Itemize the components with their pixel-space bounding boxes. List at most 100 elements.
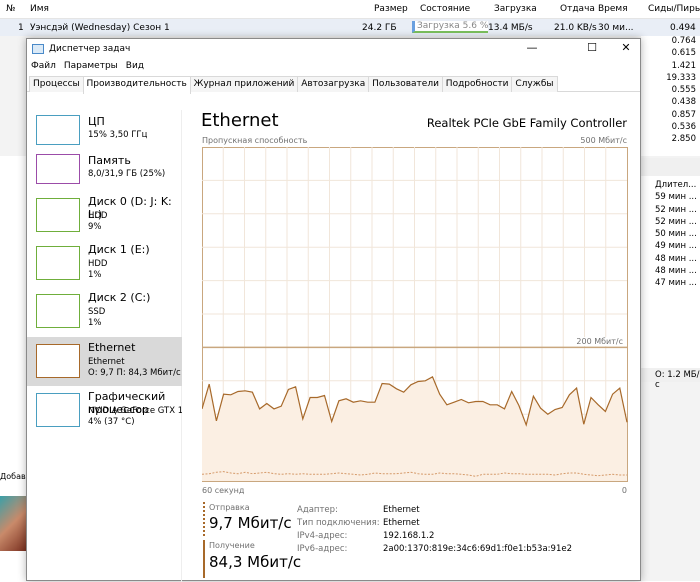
time-label: 60 секунд [202, 486, 245, 495]
mid-scale-label: 200 Мбит/с [576, 337, 623, 346]
seed-value: 0.615 [671, 48, 696, 59]
seed-value: 2.850 [671, 134, 696, 145]
mini-graph [36, 294, 80, 328]
col-down[interactable]: Загрузка [494, 4, 537, 14]
duration: 47 мин ... [655, 278, 697, 289]
torrent-table-header: № Имя Размер Состояние Загрузка Отдача В… [0, 0, 700, 19]
mini-graph [36, 198, 80, 232]
mini-graph [36, 393, 80, 427]
menu-options[interactable]: Параметры [64, 61, 118, 71]
sidebar-item-disk0[interactable]: Диск 0 (D: J: K: L:) HDD 9% [27, 191, 182, 240]
row-name: Уэнсдэй (Wednesday) Сезон 1 [30, 23, 170, 33]
col-name[interactable]: Имя [30, 4, 49, 14]
item-sub: SSD [88, 307, 106, 317]
duration: 59 мин ... [655, 192, 697, 203]
files-panel: Длител... 59 мин ... 52 мин ... 52 мин ...… [641, 158, 700, 368]
tab-bar: Процессы Производительность Журнал прило… [27, 75, 640, 94]
row-num: 1 [18, 23, 24, 33]
col-up[interactable]: Отдача [560, 4, 595, 14]
seed-value: 0.555 [671, 85, 696, 96]
poster-image [0, 496, 26, 551]
duration: 49 мин ... [655, 241, 697, 252]
item-name: Ethernet [88, 341, 136, 354]
row-seeds: 0.494 [670, 23, 696, 33]
performance-sidebar: ЦП 15% 3,50 ГГц Память 8,0/31,9 ГБ (25%)… [27, 110, 182, 582]
mini-graph [36, 115, 80, 145]
tab-startup[interactable]: Автозагрузка [297, 76, 370, 92]
close-button[interactable]: ✕ [611, 41, 641, 57]
menu-file[interactable]: Файл [31, 61, 56, 71]
item-sub2: 9% [88, 222, 102, 232]
seed-value: 0.764 [671, 36, 696, 46]
row-time: 30 ми... [598, 23, 634, 33]
tab-details[interactable]: Подробности [441, 76, 513, 92]
detail-value: 2a00:1370:819e:34c6:69d1:f0e1:b53a:91e2 [383, 544, 572, 554]
recv-legend-line [203, 540, 205, 578]
mini-graph [36, 246, 80, 280]
throughput-chart [202, 147, 628, 482]
maximize-button[interactable]: ☐ [577, 41, 607, 57]
item-sub: 8,0/31,9 ГБ (25%) [88, 169, 166, 179]
duration: 48 мин ... [655, 266, 697, 277]
recv-value: 84,3 Мбит/с [209, 553, 302, 571]
item-name: Диск 1 (E:) [88, 243, 150, 256]
item-name: ЦП [88, 115, 105, 128]
sidebar-item-ethernet[interactable]: Ethernet Ethernet О: 9,7 П: 84,3 Мбит/с [27, 337, 182, 386]
item-sub: NVIDIA GeForce GTX 1660 [88, 406, 182, 416]
seed-value: 19.333 [666, 72, 696, 83]
torrent-row[interactable]: 1 Уэнсдэй (Wednesday) Сезон 1 24.2 ГБ За… [0, 19, 700, 36]
seed-value: 1.421 [671, 60, 696, 71]
left-panel: Добавь [0, 156, 30, 581]
tab-performance[interactable]: Производительность [82, 76, 191, 94]
recv-label: Получение [209, 541, 255, 550]
tab-services[interactable]: Службы [511, 76, 558, 92]
minimize-button[interactable]: — [517, 41, 547, 57]
detail-value: Ethernet [383, 518, 420, 528]
task-manager-icon [32, 44, 44, 54]
item-sub2: 1% [88, 318, 102, 328]
max-scale-label: 500 Мбит/с [580, 136, 627, 145]
seed-value: 0.536 [671, 122, 696, 133]
item-name: Память [88, 154, 131, 167]
adapter-name: Realtek PCIe GbE Family Controller [426, 116, 627, 130]
item-name: Диск 2 (C:) [88, 291, 151, 304]
menu-view[interactable]: Вид [126, 61, 144, 71]
tab-app-history[interactable]: Журнал приложений [189, 76, 299, 92]
item-sub2: О: 9,7 П: 84,3 Мбит/с [88, 368, 181, 378]
send-legend-line [203, 502, 205, 536]
status-bar: О: 1.2 МБ/с [641, 368, 700, 390]
duration-header[interactable]: Длител... [641, 180, 700, 192]
tab-processes[interactable]: Процессы [29, 76, 84, 92]
mini-graph [36, 344, 80, 378]
col-seeds[interactable]: Сиды/Пиры [648, 4, 700, 14]
item-sub2: 4% (37 °C) [88, 417, 135, 427]
seed-value: 0.438 [671, 97, 696, 108]
task-manager-window: Диспетчер задач — ☐ ✕ Файл Параметры Вид П… [26, 38, 641, 582]
sidebar-item-disk1[interactable]: Диск 1 (E:) HDD 1% [27, 239, 182, 288]
sidebar-item-disk2[interactable]: Диск 2 (C:) SSD 1% [27, 287, 182, 336]
item-sub: HDD [88, 259, 108, 269]
sidebar-item-gpu[interactable]: Графический процессор NVIDIA GeForce GTX… [27, 386, 182, 435]
row-size: 24.2 ГБ [362, 23, 397, 33]
menu-bar: Файл Параметры Вид [27, 59, 640, 75]
item-sub: Ethernet [88, 357, 125, 367]
title-bar: Диспетчер задач — ☐ ✕ [27, 39, 640, 59]
tab-users[interactable]: Пользователи [368, 76, 443, 92]
col-num[interactable]: № [6, 4, 15, 14]
duration: 52 мин ... [655, 204, 697, 215]
panel-title: Ethernet [201, 110, 279, 131]
ethernet-panel: Ethernet Realtek PCIe GbE Family Control… [201, 110, 641, 580]
row-down: 13.4 МБ/s [488, 23, 533, 33]
duration: 52 мин ... [655, 216, 697, 227]
item-sub: 15% 3,50 ГГц [88, 130, 148, 140]
zero-label: 0 [621, 486, 627, 495]
throughput-label: Пропускная способность [202, 136, 308, 145]
col-size[interactable]: Размер [374, 4, 408, 14]
col-state[interactable]: Состояние [420, 4, 470, 14]
col-time[interactable]: Время [598, 4, 628, 14]
duration: 48 мин ... [655, 253, 697, 264]
send-label: Отправка [209, 503, 250, 512]
detail-key: Тип подключения: [297, 518, 380, 528]
seeds-column: 0.764 0.615 1.421 19.333 0.555 0.438 0.857 0.53… [641, 36, 700, 156]
item-sub2: 1% [88, 270, 102, 280]
